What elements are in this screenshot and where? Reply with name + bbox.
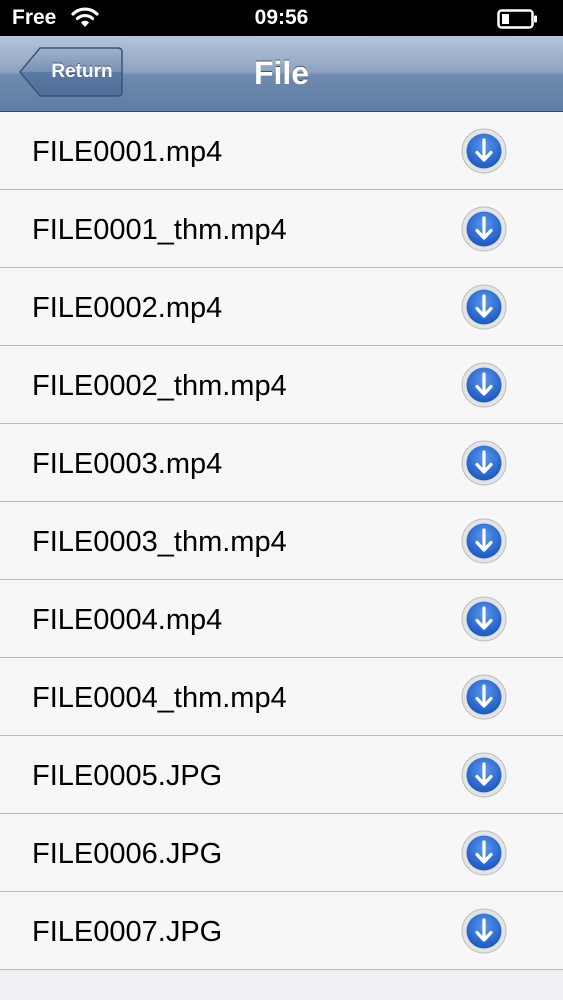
file-name: FILE0004_thm.mp4 xyxy=(32,682,287,714)
file-list-item[interactable]: FILE0001.mp4 xyxy=(0,112,563,190)
download-icon xyxy=(461,596,507,642)
status-bar: Free 09:56 xyxy=(0,0,563,36)
file-list-item[interactable]: FILE0003_thm.mp4 xyxy=(0,502,563,580)
download-icon xyxy=(461,440,507,486)
download-icon xyxy=(461,518,507,564)
download-button[interactable] xyxy=(461,440,507,486)
download-icon xyxy=(461,908,507,954)
battery-icon xyxy=(497,8,539,35)
file-name: FILE0003_thm.mp4 xyxy=(32,526,287,558)
file-name: FILE0002.mp4 xyxy=(32,292,223,324)
page-title: File xyxy=(253,55,310,91)
file-name: FILE0006.JPG xyxy=(32,838,223,870)
navigation-bar: Return File xyxy=(0,36,563,112)
file-list-item[interactable]: FILE0004.mp4 xyxy=(0,580,563,658)
file-list-item[interactable]: FILE0007.JPG xyxy=(0,892,563,970)
file-name: FILE0004.mp4 xyxy=(32,604,223,636)
download-button[interactable] xyxy=(461,206,507,252)
file-list-item[interactable]: FILE0006.JPG xyxy=(0,814,563,892)
download-button[interactable] xyxy=(461,596,507,642)
file-list-item[interactable]: FILE0003.mp4 xyxy=(0,424,563,502)
download-icon xyxy=(461,206,507,252)
download-icon xyxy=(461,674,507,720)
download-icon xyxy=(461,362,507,408)
file-name: FILE0003.mp4 xyxy=(32,448,223,480)
download-button[interactable] xyxy=(461,518,507,564)
file-list-item[interactable]: FILE0004_thm.mp4 xyxy=(0,658,563,736)
download-button[interactable] xyxy=(461,362,507,408)
file-list-item[interactable]: FILE0002.mp4 xyxy=(0,268,563,346)
file-name: FILE0002_thm.mp4 xyxy=(32,370,287,402)
download-button[interactable] xyxy=(461,830,507,876)
download-icon xyxy=(461,284,507,330)
download-button[interactable] xyxy=(461,908,507,954)
file-list-item[interactable]: FILE0001_thm.mp4 xyxy=(0,190,563,268)
download-icon xyxy=(461,128,507,174)
download-icon xyxy=(461,752,507,798)
download-button[interactable] xyxy=(461,674,507,720)
file-list-item[interactable]: FILE0005.JPG xyxy=(0,736,563,814)
file-name: FILE0007.JPG xyxy=(32,916,223,948)
file-name: FILE0005.JPG xyxy=(32,760,223,792)
download-button[interactable] xyxy=(461,752,507,798)
file-name: FILE0001_thm.mp4 xyxy=(32,214,287,246)
download-icon xyxy=(461,830,507,876)
clock: 09:56 xyxy=(254,6,309,29)
file-name: FILE0001.mp4 xyxy=(32,136,223,168)
file-list-item[interactable]: FILE0002_thm.mp4 xyxy=(0,346,563,424)
download-button[interactable] xyxy=(461,284,507,330)
file-list: FILE0001.mp4 FILE0001_thm.mp4 FILE0002.m… xyxy=(0,112,563,970)
download-button[interactable] xyxy=(461,128,507,174)
